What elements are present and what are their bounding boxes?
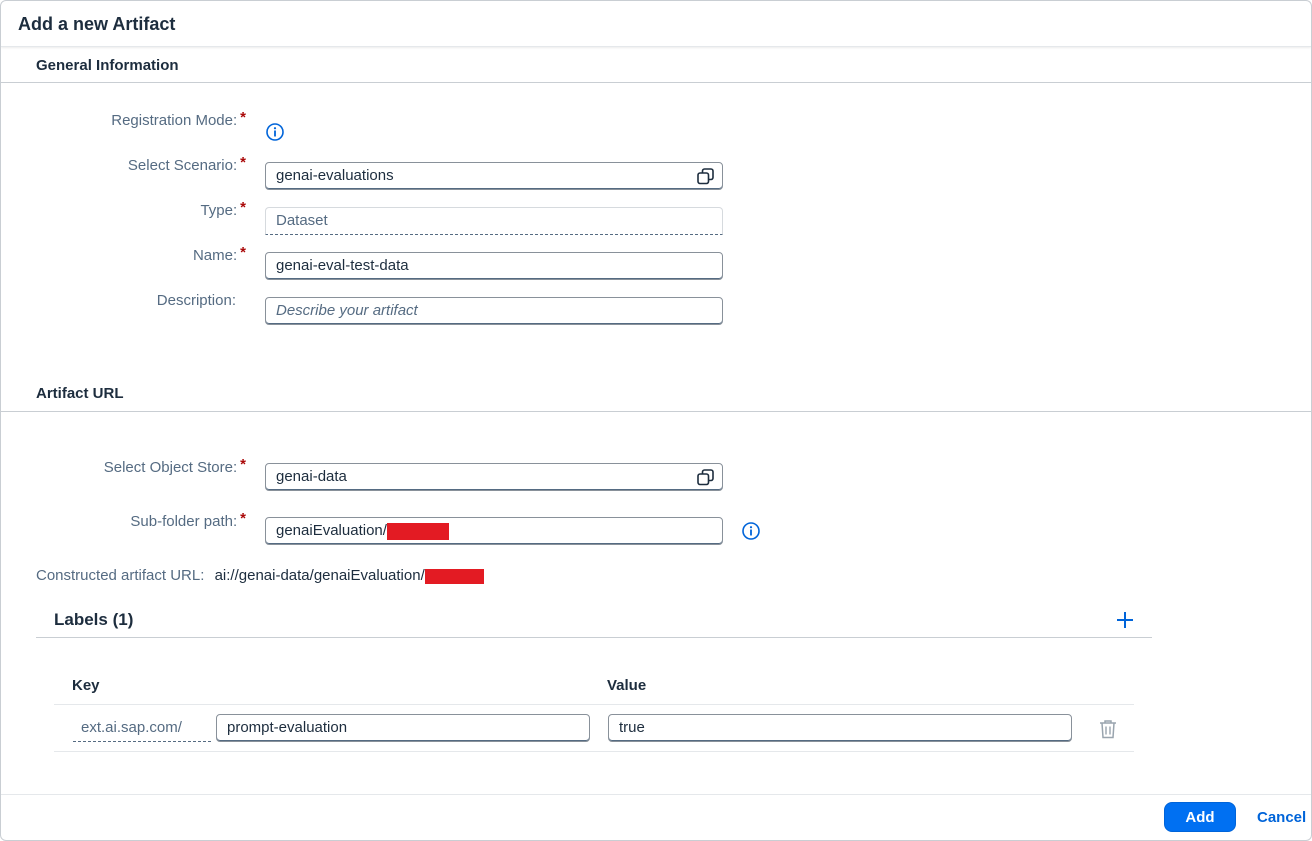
description-label: Description: (156, 292, 236, 309)
dialog-header: Add a new Artifact (1, 1, 1311, 47)
description-input[interactable]: Describe your artifact (265, 297, 723, 325)
trash-icon[interactable] (1099, 719, 1117, 739)
info-icon[interactable] (265, 122, 285, 142)
redaction-block (424, 568, 484, 584)
key-prefix: ext.ai.sap.com/ (73, 714, 211, 742)
redaction-block (386, 522, 449, 540)
label-key-input[interactable]: prompt-evaluation (216, 714, 590, 742)
object-store-input[interactable]: genai-data (265, 463, 723, 491)
scenario-input[interactable]: genai-evaluations (265, 162, 723, 190)
name-label: Name: * (192, 244, 246, 264)
labels-divider (36, 637, 1152, 638)
name-input[interactable]: genai-eval-test-data (265, 252, 723, 280)
dialog-title: Add a new Artifact (18, 14, 176, 34)
add-button[interactable]: Add (1164, 802, 1236, 832)
artifact-url-title: Artifact URL (36, 385, 124, 402)
type-field: Dataset (265, 207, 723, 235)
value-help-icon[interactable] (697, 168, 714, 185)
select-scenario-label: Select Scenario: * (127, 154, 246, 174)
value-help-icon[interactable] (697, 469, 714, 486)
constructed-url-label: Constructed artifact URL: (36, 567, 205, 584)
plus-icon[interactable] (1115, 610, 1135, 630)
object-store-label: Select Object Store: * (103, 456, 246, 476)
section-divider (1, 82, 1311, 83)
table-header-divider (54, 704, 1134, 705)
general-information-title: General Information (36, 57, 179, 74)
cancel-button[interactable]: Cancel (1251, 802, 1311, 832)
section-divider (1, 411, 1311, 412)
registration-mode-label: Registration Mode: * (111, 109, 246, 129)
constructed-url-row: Constructed artifact URL: ai://genai-dat… (36, 567, 484, 584)
info-icon[interactable] (741, 521, 761, 541)
table-row-divider (54, 751, 1134, 752)
value-column-header: Value (607, 677, 647, 694)
label-value-input[interactable]: true (608, 714, 1072, 742)
add-artifact-dialog: Add a new Artifact General Information R… (0, 0, 1312, 841)
key-column-header: Key (72, 677, 100, 694)
labels-title: Labels (1) (54, 610, 134, 629)
subfolder-input[interactable]: genaiEvaluation/ (265, 517, 723, 545)
constructed-url-value: ai://genai-data/genaiEvaluation/ (214, 567, 425, 584)
footer-divider (1, 794, 1311, 795)
type-label: Type: * (200, 199, 246, 219)
subfolder-label: Sub-folder path: * (130, 510, 246, 530)
